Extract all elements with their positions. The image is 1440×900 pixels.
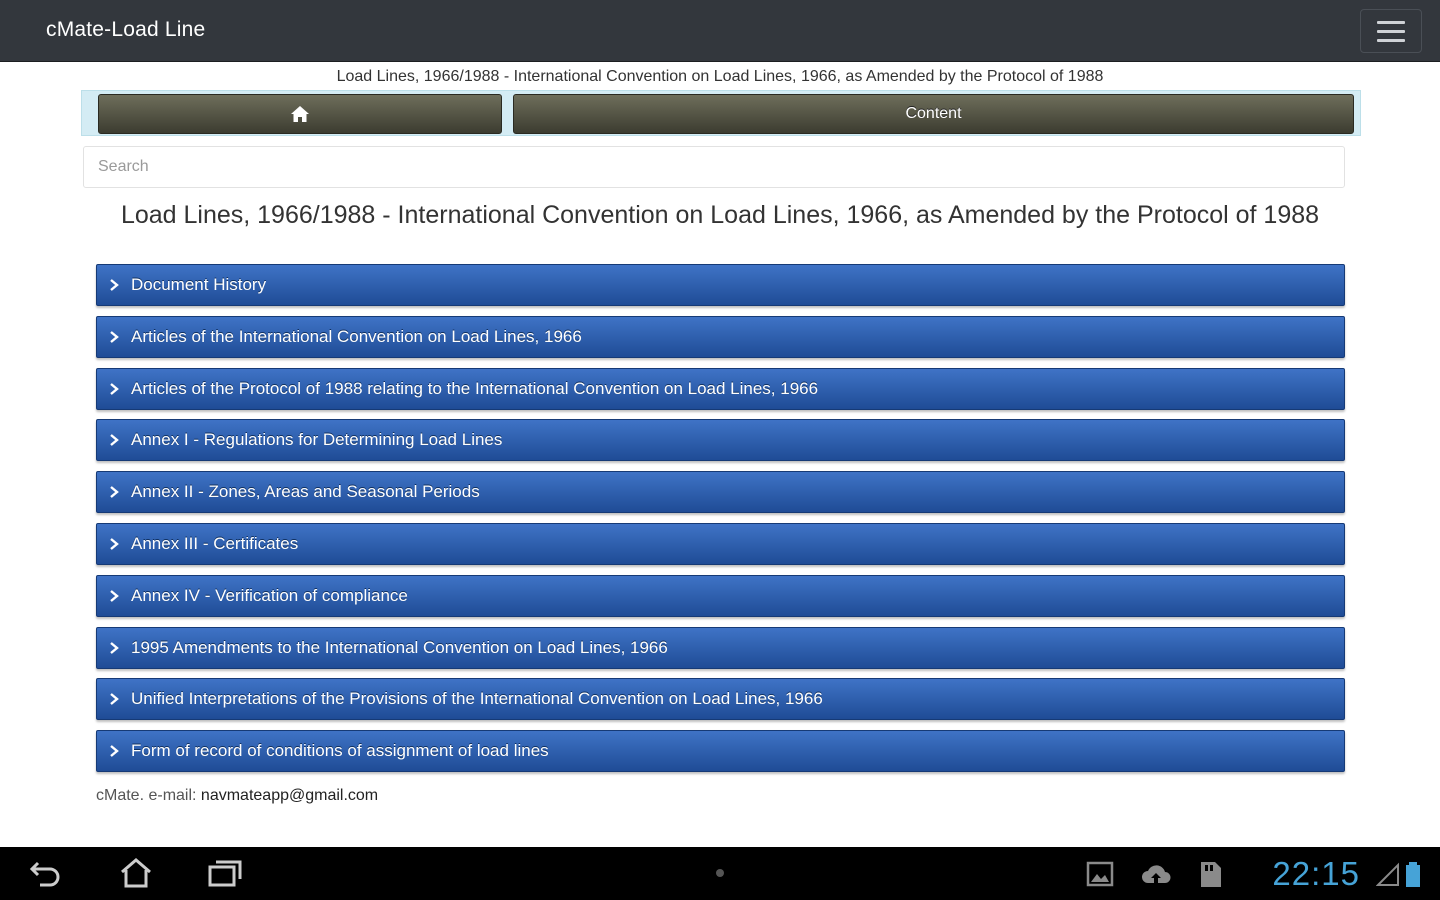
section-item[interactable]: Document History [96,264,1345,306]
section-label: Document History [131,275,267,294]
footer: cMate. e-mail: navmateapp@gmail.com [96,787,378,805]
menu-button[interactable] [1360,9,1422,53]
section-label: Annex IV - Verification of compliance [131,585,408,605]
signal-icon [1376,862,1399,886]
menu-dot-icon [716,869,724,877]
footer-email-link[interactable]: navmateapp@gmail.com [201,787,378,804]
back-icon[interactable] [28,857,64,889]
section-label: Unified Interpretations of the Provision… [131,689,823,709]
app-bar: cMate-Load Line [0,0,1440,62]
section-item[interactable]: 1995 Amendments to the International Con… [96,626,1345,669]
section-label: Annex III - Certificates [131,533,299,553]
section-item[interactable]: Unified Interpretations of the Provision… [96,678,1345,721]
chevron-right-icon [97,486,131,499]
section-item[interactable]: Annex IV - Verification of compliance [96,574,1345,617]
section-label: Articles of the Protocol of 1988 relatin… [131,378,819,398]
chevron-right-icon [97,538,131,550]
chevron-right-icon [97,589,131,602]
document-subtitle: Load Lines, 1966/1988 - International Co… [336,68,1104,85]
chevron-right-icon [97,641,131,654]
system-nav-bar: 22:15 [0,847,1440,900]
app-title: cMate-Load Line [46,18,206,41]
section-label: 1995 Amendments to the International Con… [131,637,668,657]
search-input[interactable] [83,146,1345,188]
chevron-right-icon [97,330,131,343]
home-nav-icon[interactable] [118,857,154,889]
chevron-right-icon [97,279,131,291]
menu-icon-bar [1377,38,1405,42]
section-label: Annex I - Regulations for Determining Lo… [131,430,503,450]
section-item[interactable]: Annex II - Zones, Areas and Seasonal Per… [96,471,1345,514]
home-icon [291,106,309,122]
section-item[interactable]: Annex III - Certificates [96,522,1345,565]
section-list: Document History Articles of the Interna… [96,264,1345,782]
sd-card-icon [1201,862,1221,887]
toolbar: Content [81,90,1361,136]
chevron-right-icon [97,382,131,395]
menu-icon-bar [1377,20,1405,24]
home-button[interactable] [98,94,502,134]
recent-apps-icon[interactable] [207,857,243,889]
chevron-right-icon [97,434,131,447]
gallery-notification-icon [1086,861,1114,887]
battery-icon [1406,862,1420,887]
section-item[interactable]: Annex I - Regulations for Determining Lo… [96,419,1345,462]
footer-prefix: cMate. e-mail: [96,787,201,804]
chevron-right-icon [97,693,131,706]
status-clock: 22:15 [1272,855,1360,892]
section-label: Annex II - Zones, Areas and Seasonal Per… [131,482,480,502]
menu-icon-bar [1377,29,1405,33]
cloud-upload-icon [1142,865,1171,883]
section-item[interactable]: Articles of the International Convention… [96,315,1345,358]
content-button[interactable]: Content [513,94,1354,134]
section-item[interactable]: Form of record of conditions of assignme… [96,730,1345,773]
section-item[interactable]: Articles of the Protocol of 1988 relatin… [96,367,1345,410]
section-label: Form of record of conditions of assignme… [131,741,549,761]
chevron-right-icon [97,745,131,758]
section-label: Articles of the International Convention… [131,326,582,346]
page-title: Load Lines, 1966/1988 - International Co… [120,201,1320,229]
